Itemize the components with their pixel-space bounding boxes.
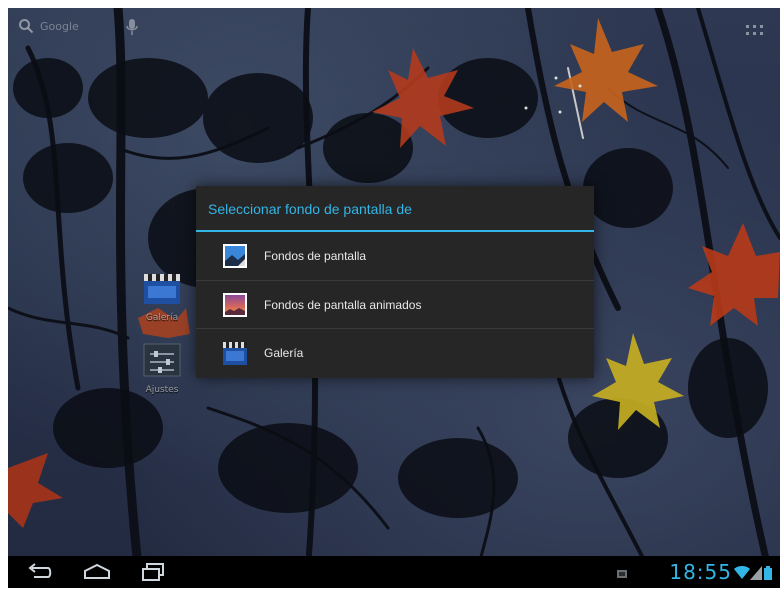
wallpapers-icon — [222, 243, 248, 269]
status-clock[interactable]: 18:55 — [669, 560, 732, 584]
mic-icon[interactable] — [126, 18, 138, 40]
wifi-icon — [734, 565, 750, 584]
recent-apps-icon[interactable] — [140, 562, 166, 586]
shortcut-settings[interactable]: Ajustes — [132, 342, 192, 395]
home-icon[interactable] — [82, 562, 112, 586]
back-icon[interactable] — [26, 562, 52, 586]
gallery-icon — [142, 270, 182, 310]
gallery-icon — [222, 340, 248, 366]
option-wallpapers[interactable]: Fondos de pantalla — [196, 232, 594, 280]
wallpaper-chooser-dialog: Seleccionar fondo de pantalla de Fondos … — [196, 186, 594, 378]
apps-grid-icon[interactable] — [746, 22, 764, 41]
shortcut-label: Ajustes — [145, 385, 179, 395]
shortcut-label: Galería — [145, 313, 179, 323]
option-gallery[interactable]: Galería — [196, 328, 594, 376]
search-widget-label: Google — [40, 19, 79, 33]
settings-icon — [142, 342, 182, 382]
option-label: Fondos de pantalla animados — [264, 297, 422, 312]
option-label: Galería — [264, 345, 304, 360]
option-live-wallpapers[interactable]: Fondos de pantalla animados — [196, 280, 594, 328]
search-icon — [18, 18, 34, 34]
live-wallpapers-icon — [222, 292, 248, 318]
dialog-title: Seleccionar fondo de pantalla de — [196, 186, 594, 232]
shortcut-gallery[interactable]: Galería — [132, 270, 192, 323]
battery-icon — [764, 565, 772, 584]
notification-icon[interactable] — [616, 565, 628, 584]
google-search-widget[interactable]: Google — [18, 18, 79, 34]
home-screen: Google Galería Ajustes Seleccionar fondo… — [8, 8, 780, 588]
option-label: Fondos de pantalla — [264, 249, 367, 263]
system-navigation-bar: 18:55 — [8, 556, 780, 588]
signal-icon — [750, 565, 762, 584]
